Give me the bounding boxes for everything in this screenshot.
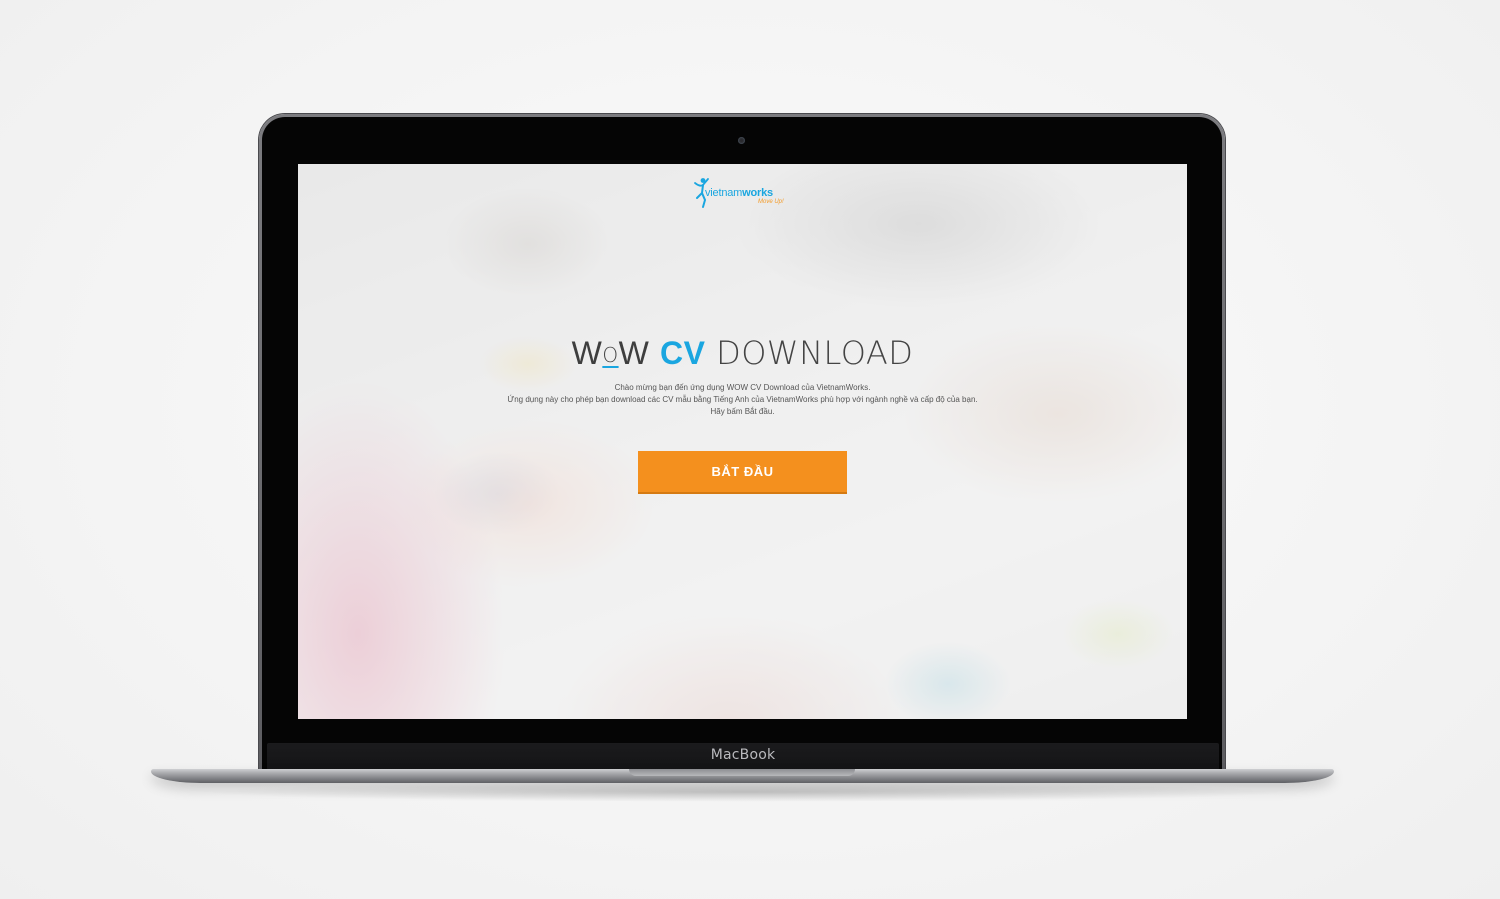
logo-tagline: Move Up! [758, 199, 784, 205]
screen-chin: MacBook [267, 743, 1219, 770]
camera-icon [738, 137, 745, 144]
intro-description: Chào mừng bạn đến ứng dụng WOW CV Downlo… [298, 382, 1187, 418]
intro-line: Ứng dụng này cho phép bạn download các C… [507, 395, 978, 404]
screen: vietnamworks Move Up! WOW CV DOWNLOAD Ch… [298, 164, 1187, 719]
macbook-label: MacBook [710, 747, 776, 763]
mockup-stage: vietnamworks Move Up! WOW CV DOWNLOAD Ch… [0, 0, 1500, 899]
start-button[interactable]: BẮT ĐẦU [638, 451, 847, 494]
laptop-notch [629, 769, 855, 776]
intro-line: Chào mừng bạn đến ứng dụng WOW CV Downlo… [614, 383, 871, 392]
intro-line: Hãy bấm Bắt đầu. [710, 407, 775, 416]
title-highlight: CV [659, 335, 706, 371]
page-title: WOW CV DOWNLOAD [571, 334, 914, 372]
vietnamworks-logo[interactable]: vietnamworks Move Up! [692, 176, 794, 210]
logo-wordmark: vietnamworks [705, 187, 773, 199]
landing-page: vietnamworks Move Up! WOW CV DOWNLOAD Ch… [298, 164, 1187, 719]
laptop-shadow [200, 782, 1290, 802]
